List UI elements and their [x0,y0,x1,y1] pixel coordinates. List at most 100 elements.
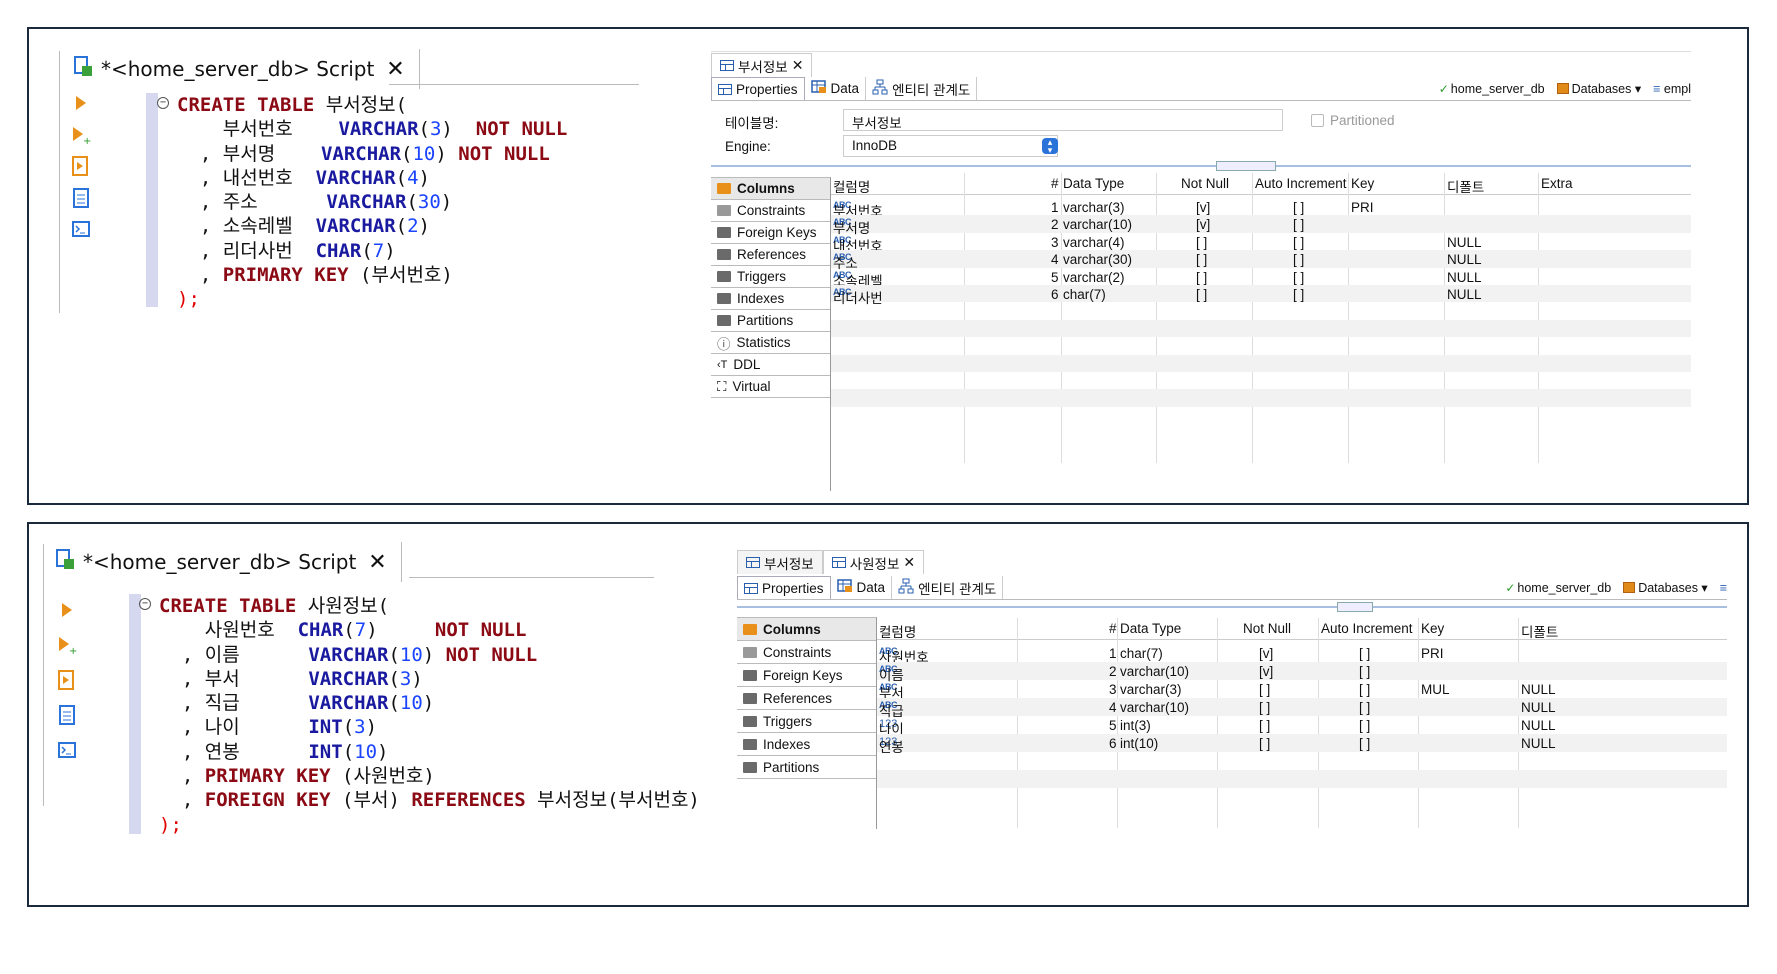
close-icon[interactable]: ✕ [792,57,804,74]
table-name-input[interactable]: 부서정보 [843,109,1283,131]
editor-tab-script[interactable]: *<home_server_db> Script ✕ [49,542,402,582]
code-line: 사원번호 CHAR(7) NOT NULL [159,618,700,642]
pane-splitter[interactable] [737,606,1727,608]
column-header-name[interactable]: 컬럼명 [879,621,916,641]
close-icon[interactable]: ✕ [368,550,386,575]
crumb-extra[interactable]: ≡ empl [1653,82,1691,96]
column-header-auto[interactable]: Auto Increment [1321,621,1413,636]
category-references[interactable]: References [737,687,876,710]
table-row[interactable]: ABC 리더사번 6 char(7)[ ][ ] NULL [831,285,1691,306]
subtab-data[interactable]: Data [831,576,893,599]
column-header-extra[interactable]: Extra [1541,176,1573,191]
schema-icon[interactable]: ≡ [1720,581,1727,595]
column-header-name[interactable]: 컬럼명 [833,176,870,196]
engine-select[interactable]: InnoDB ▴ ▾ [843,135,1058,157]
column-header-num[interactable]: # [1051,176,1059,191]
crumb-db[interactable]: ✓ home_server_db [1505,581,1611,595]
object-tab[interactable]: 부서정보 ✕ [711,53,813,77]
table-row[interactable] [831,302,1691,319]
table-row[interactable]: ABC 이름 2 varchar(10) [v][ ] [877,662,1727,683]
subtab-엔티티-관계도[interactable]: 엔티티 관계도 [866,77,978,100]
execute-icon[interactable] [69,91,93,115]
table-row[interactable]: ABC 부서 3 varchar(3)[ ][ ] MUL NULL [877,680,1727,701]
category-statistics[interactable]: ⓘ Statistics [711,332,830,354]
category-columns[interactable]: Columns [737,618,876,641]
sql-code-editor[interactable]: − CREATE TABLE 부서정보( 부서번호 VARCHAR(3) NOT … [157,93,567,312]
table-row[interactable]: ABC 직급 4 varchar(10)[ ][ ] NULL [877,698,1727,719]
table-row[interactable]: ABC 내선번호 3 varchar(4)[ ][ ] NULL [831,233,1691,254]
table-row[interactable] [831,319,1691,338]
column-header-notnull[interactable]: Not Null [1243,621,1291,636]
code-token: ( [342,716,355,739]
column-header-notnull[interactable]: Not Null [1181,176,1229,191]
object-tab[interactable]: 사원정보 ✕ [822,550,925,574]
property-category-list: Columns Constraints Foreign Keys References… [711,177,831,491]
table-row[interactable]: ABC 주소 4 varchar(30)[ ][ ] NULL [831,250,1691,271]
execute-icon[interactable] [55,598,79,622]
cell-num: 1 [1051,200,1059,215]
explain-plan-icon[interactable] [55,703,79,727]
splitter-handle-icon[interactable] [1216,161,1276,171]
table-row[interactable] [831,354,1691,372]
table-row[interactable] [831,389,1691,407]
partitioned-checkbox[interactable]: Partitioned [1311,113,1395,128]
column-header-key[interactable]: Key [1421,621,1444,636]
table-row[interactable] [831,337,1691,354]
category-partitions[interactable]: Partitions [711,310,830,332]
execute-statement-icon[interactable]: + [69,123,93,147]
column-header-type[interactable]: Data Type [1120,621,1181,636]
subtab-properties[interactable]: Properties [737,576,831,599]
category-indexes[interactable]: Indexes [737,733,876,756]
category-ddl[interactable]: ‹T DDL [711,354,830,376]
crumb-databases[interactable]: Databases ▾ [1623,580,1708,595]
column-header-auto[interactable]: Auto Increment [1255,176,1347,191]
fold-toggle-icon[interactable]: − [139,598,151,610]
terminal-icon[interactable] [69,217,93,241]
object-tab[interactable]: 부서정보 [737,550,823,574]
splitter-handle-icon[interactable] [1337,602,1373,612]
subtab-data[interactable]: Data [805,77,867,100]
crumb-databases[interactable]: Databases ▾ [1556,81,1641,96]
execute-script-icon[interactable] [69,154,93,178]
table-row[interactable]: 123 나이 5 int(3)[ ][ ] NULL [877,716,1727,737]
subtab-엔티티-관계도[interactable]: 엔티티 관계도 [892,576,1004,599]
editor-tab-script[interactable]: *<home_server_db> Script ✕ [67,49,420,89]
fold-toggle-icon[interactable]: − [157,97,169,109]
execute-script-icon[interactable] [55,668,79,692]
category-foreign-keys[interactable]: Foreign Keys [737,664,876,687]
category-constraints[interactable]: Constraints [711,200,830,222]
terminal-icon[interactable] [55,738,79,762]
category-constraints[interactable]: Constraints [737,641,876,664]
category-triggers[interactable]: Triggers [711,266,830,288]
category-virtual[interactable]: ⛶ Virtual [711,376,830,398]
table-row[interactable] [877,752,1727,770]
category-indexes[interactable]: Indexes [711,288,830,310]
table-row[interactable]: ABC 소속레벨 5 varchar(2)[ ][ ] NULL [831,268,1691,289]
execute-statement-icon[interactable]: + [55,633,79,657]
category-foreign-keys[interactable]: Foreign Keys [711,222,830,244]
category-triggers[interactable]: Triggers [737,710,876,733]
subtab-properties[interactable]: Properties [711,77,805,100]
close-icon[interactable]: ✕ [386,57,404,82]
table-row[interactable] [877,770,1727,788]
pane-splitter[interactable] [711,165,1691,167]
table-row[interactable] [831,372,1691,389]
column-header-type[interactable]: Data Type [1063,176,1124,191]
category-columns[interactable]: Columns [711,178,830,200]
table-row[interactable]: ABC 부서명 2 varchar(10) [v][ ] [831,215,1691,236]
crumb-db[interactable]: ✓ home_server_db [1439,82,1545,96]
sql-code-editor[interactable]: − CREATE TABLE 사원정보( 사원번호 CHAR(7) NOT NUL… [139,594,700,837]
table-row[interactable]: ABC 사원번호 1 char(7) [v][ ] PRI [877,644,1727,665]
explain-plan-icon[interactable] [69,186,93,210]
code-token: ) [384,239,396,262]
cell-key: PRI [1351,200,1374,215]
column-header-key[interactable]: Key [1351,176,1374,191]
column-header-default[interactable]: 디폴트 [1521,621,1558,641]
category-references[interactable]: References [711,244,830,266]
close-icon[interactable]: ✕ [903,554,915,571]
column-header-num[interactable]: # [1109,621,1117,636]
table-row[interactable]: ABC 부서번호 1 varchar(3) [v][ ] PRI [831,198,1691,219]
table-row[interactable]: 123 연봉 6 int(10)[ ][ ] NULL [877,734,1727,755]
category-partitions[interactable]: Partitions [737,756,876,779]
column-header-default[interactable]: 디폴트 [1447,176,1484,196]
